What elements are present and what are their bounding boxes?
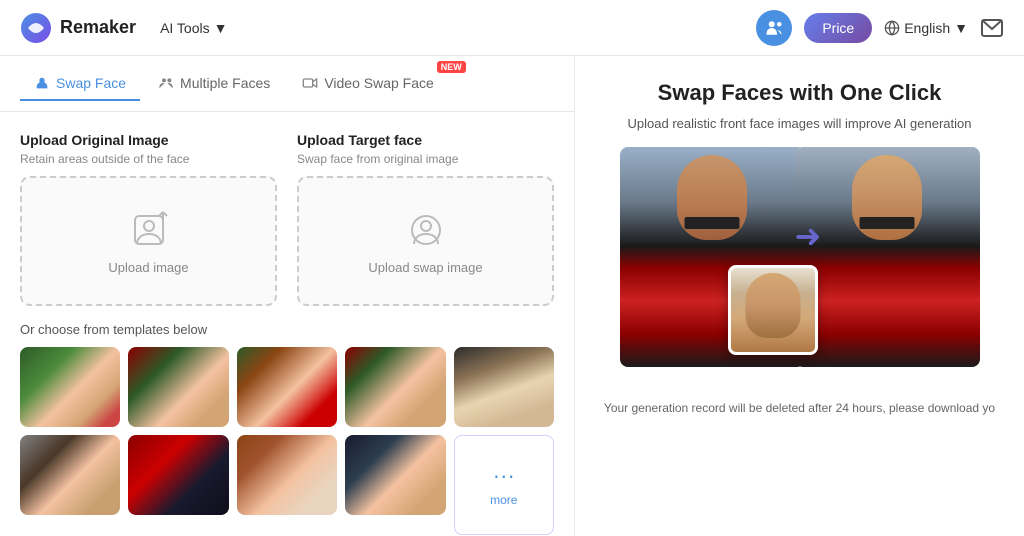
template-item-3[interactable] <box>237 347 337 427</box>
upload-original-label: Upload Original Image <box>20 132 277 148</box>
ai-tools-button[interactable]: AI Tools ▼ <box>152 16 235 40</box>
globe-icon <box>884 20 900 36</box>
logo-icon <box>20 12 52 44</box>
tab-video-swap[interactable]: Video Swap Face NEW <box>288 67 461 101</box>
template-item-2[interactable] <box>128 347 228 427</box>
template-item-1[interactable] <box>20 347 120 427</box>
upload-target-box: Upload Target face Swap face from origin… <box>297 132 554 306</box>
template-item-5[interactable] <box>454 347 554 427</box>
template-item-6[interactable] <box>20 435 120 515</box>
chevron-down-icon: ▼ <box>214 20 228 36</box>
tab-swap-face[interactable]: Swap Face <box>20 67 140 101</box>
upload-target-sublabel: Swap face from original image <box>297 152 554 166</box>
tab-video-swap-label: Video Swap Face <box>324 75 433 91</box>
right-panel-title: Swap Faces with One Click <box>658 80 942 106</box>
upload-target-icon <box>404 208 448 252</box>
upload-target-label: Upload Target face <box>297 132 554 148</box>
right-panel: Swap Faces with One Click Upload realist… <box>575 56 1024 536</box>
main-content: Swap Face Multiple Faces Video Swap Face… <box>0 56 1024 536</box>
header-right: Price English ▼ <box>756 10 1004 46</box>
multiple-persons-icon <box>158 75 174 91</box>
mail-icon[interactable] <box>980 16 1004 40</box>
ai-tools-label: AI Tools <box>160 20 210 36</box>
demo-result-image <box>795 147 980 367</box>
bottom-note: Your generation record will be deleted a… <box>604 401 995 415</box>
right-panel-subtitle: Upload realistic front face images will … <box>628 116 972 131</box>
users-icon-button[interactable] <box>756 10 792 46</box>
template-item-4[interactable] <box>345 347 445 427</box>
tab-multiple-faces-label: Multiple Faces <box>180 75 270 91</box>
more-label: more <box>490 493 517 507</box>
upload-original-box: Upload Original Image Retain areas outsi… <box>20 132 277 306</box>
video-icon <box>302 75 318 91</box>
logo-text: Remaker <box>60 17 136 38</box>
templates-label: Or choose from templates below <box>20 322 554 337</box>
person-icon <box>34 75 50 91</box>
language-button[interactable]: English ▼ <box>884 20 968 36</box>
tabs-bar: Swap Face Multiple Faces Video Swap Face… <box>0 56 574 112</box>
upload-section: Upload Original Image Retain areas outsi… <box>0 112 574 322</box>
upload-original-icon <box>127 208 171 252</box>
template-grid: ··· more <box>20 347 554 535</box>
language-label: English <box>904 20 950 36</box>
header: Remaker AI Tools ▼ Price English ▼ <box>0 0 1024 56</box>
users-icon <box>765 19 783 37</box>
template-item-9[interactable] <box>345 435 445 515</box>
template-more-button[interactable]: ··· more <box>454 435 554 535</box>
tab-swap-face-label: Swap Face <box>56 75 126 91</box>
new-badge: NEW <box>437 61 466 73</box>
price-button[interactable]: Price <box>804 13 872 43</box>
upload-target-dropzone[interactable]: Upload swap image <box>297 176 554 306</box>
tab-multiple-faces[interactable]: Multiple Faces <box>144 67 284 101</box>
lang-chevron-icon: ▼ <box>954 20 968 36</box>
face-swap-demo: ➜ <box>603 147 996 377</box>
templates-section: Or choose from templates below ··· more <box>0 322 574 536</box>
demo-inset-face <box>728 265 818 355</box>
more-dots-icon: ··· <box>493 463 515 489</box>
template-item-8[interactable] <box>237 435 337 515</box>
left-panel: Swap Face Multiple Faces Video Swap Face… <box>0 56 575 536</box>
swap-arrow-icon: ➜ <box>795 217 822 255</box>
logo-area: Remaker <box>20 12 136 44</box>
upload-target-text: Upload swap image <box>368 260 482 275</box>
upload-original-dropzone[interactable]: Upload image <box>20 176 277 306</box>
upload-original-text: Upload image <box>108 260 188 275</box>
upload-original-sublabel: Retain areas outside of the face <box>20 152 277 166</box>
template-item-7[interactable] <box>128 435 228 515</box>
